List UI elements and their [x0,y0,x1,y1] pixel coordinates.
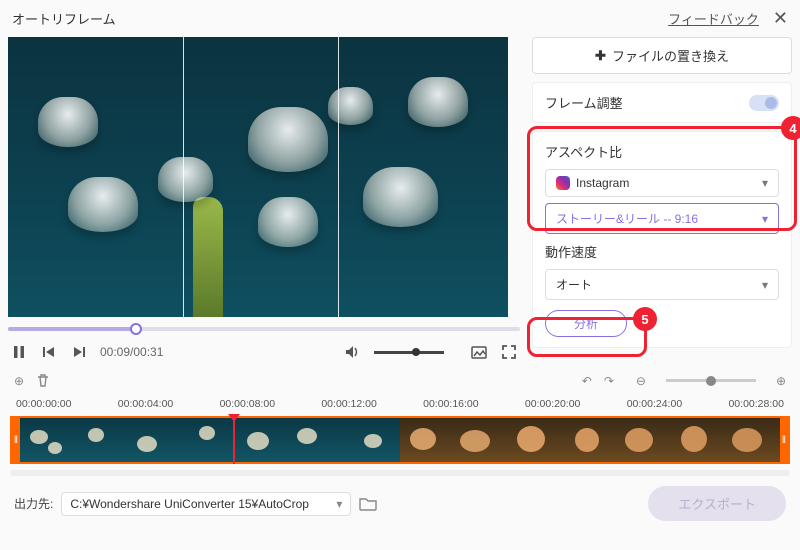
ruler-tick: 00:00:12:00 [321,398,376,410]
platform-value: Instagram [576,176,629,190]
volume-icon[interactable] [344,345,362,359]
folder-icon[interactable] [359,496,377,511]
next-frame-icon[interactable] [70,345,88,359]
fullscreen-icon[interactable] [500,345,518,359]
ruler-tick: 00:00:08:00 [220,398,275,410]
replace-file-button[interactable]: ✚ ファイルの置き換え [532,37,792,74]
analyze-button[interactable]: 分析 [545,310,627,337]
chevron-down-icon: ▾ [336,497,342,511]
ruler-tick: 00:00:24:00 [627,398,682,410]
delete-clip-icon[interactable] [36,373,50,388]
chevron-down-icon: ▾ [762,212,768,226]
export-button[interactable]: エクスポート [648,486,786,521]
speed-value: オート [556,276,592,293]
output-path-value: C:¥Wondershare UniConverter 15¥AutoCrop [70,497,309,511]
seek-slider[interactable] [8,321,520,337]
timeline-ruler[interactable]: 00:00:00:00 00:00:04:00 00:00:08:00 00:0… [0,394,800,414]
chevron-down-icon: ▾ [762,278,768,292]
time-display: 00:09/00:31 [100,345,163,359]
settings-panel: ✚ ファイルの置き換え フレーム調整 4 アスペクト比 Instagram ▾ … [532,37,792,367]
ruler-tick: 00:00:04:00 [118,398,173,410]
feedback-link[interactable]: フィードバック [668,9,759,28]
window-title: オートリフレーム [12,9,116,28]
replace-file-label: ファイルの置き換え [612,46,729,65]
chevron-down-icon: ▾ [762,176,768,190]
callout-badge-5: 5 [633,307,657,331]
aspect-section: 4 アスペクト比 Instagram ▾ ストーリー&リール -- 9:16 ▾… [532,131,792,348]
add-clip-icon[interactable]: ⊕ [14,374,24,388]
zoom-in-icon[interactable]: ⊕ [776,374,786,388]
header: オートリフレーム フィードバック ✕ [0,0,800,37]
frame-adjust-toggle[interactable] [749,95,779,111]
footer: 出力先: C:¥Wondershare UniConverter 15¥Auto… [0,476,800,531]
callout-badge-4: 4 [781,116,800,140]
volume-slider[interactable] [374,351,444,354]
prev-frame-icon[interactable] [40,345,58,359]
playhead[interactable] [233,416,235,464]
clip-handle-right[interactable]: ‖ [780,418,788,462]
aspect-title: アスペクト比 [545,142,779,161]
preview-pane: 00:09/00:31 [8,37,520,367]
timeline[interactable]: ‖ ‖ [10,416,790,464]
instagram-icon [556,176,570,190]
ratio-select[interactable]: ストーリー&リール -- 9:16 ▾ [545,203,779,234]
ruler-tick: 00:00:00:00 [16,398,71,410]
clip-strip[interactable]: ‖ ‖ [10,416,790,464]
speed-select[interactable]: オート ▾ [545,269,779,300]
snapshot-icon[interactable] [470,345,488,359]
frame-adjust-row: フレーム調整 [532,82,792,123]
video-preview[interactable] [8,37,508,317]
ruler-tick: 00:00:28:00 [728,398,783,410]
ratio-value: ストーリー&リール -- 9:16 [556,210,698,227]
platform-select[interactable]: Instagram ▾ [545,169,779,197]
frame-adjust-label: フレーム調整 [545,93,623,112]
output-label: 出力先: [14,495,53,512]
clip-handle-left[interactable]: ‖ [12,418,20,462]
undo-icon[interactable]: ↶ [582,374,592,388]
play-controls: 00:09/00:31 [8,337,520,367]
timeline-toolbar: ⊕ ↶ ↷ ⊖ ⊕ [0,367,800,394]
speed-title: 動作速度 [545,242,779,261]
redo-icon[interactable]: ↷ [604,374,614,388]
ruler-tick: 00:00:16:00 [423,398,478,410]
close-icon[interactable]: ✕ [773,8,788,29]
zoom-out-icon[interactable]: ⊖ [636,374,646,388]
ruler-tick: 00:00:20:00 [525,398,580,410]
plus-icon: ✚ [595,48,606,64]
output-path-select[interactable]: C:¥Wondershare UniConverter 15¥AutoCrop … [61,492,351,516]
zoom-slider[interactable] [666,379,756,382]
pause-icon[interactable] [10,345,28,359]
